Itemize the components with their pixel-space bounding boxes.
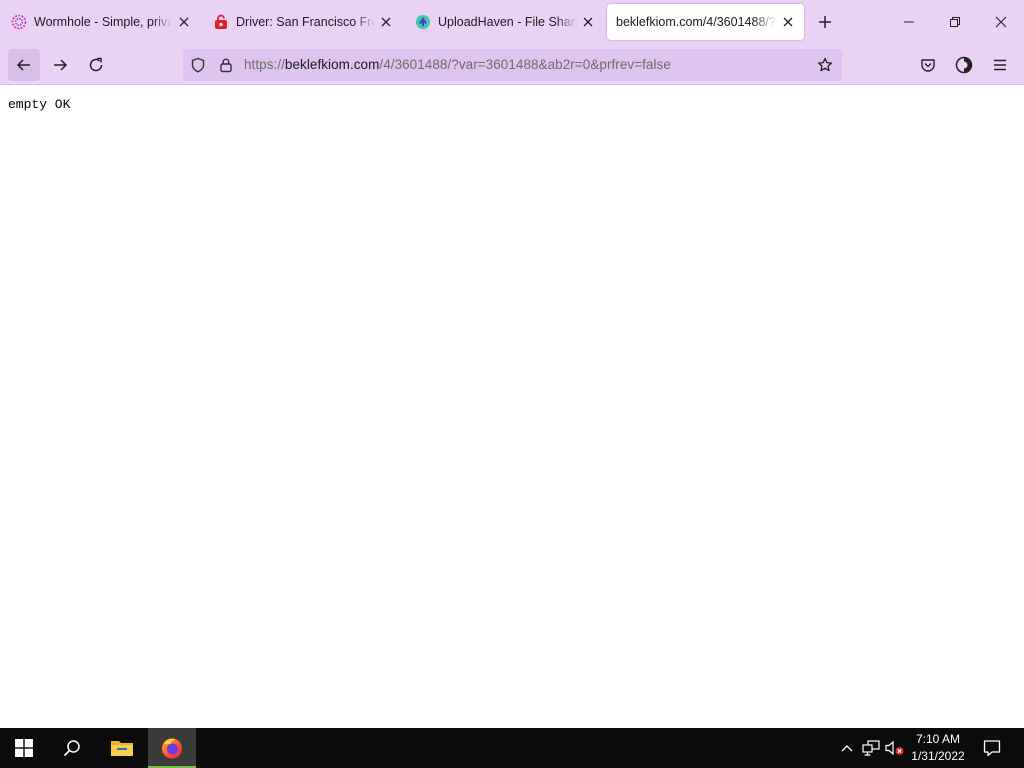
- page-content: empty OK: [0, 85, 1024, 728]
- forward-button[interactable]: [44, 49, 76, 81]
- reload-icon: [89, 57, 103, 72]
- firefox-icon: [162, 738, 182, 759]
- windows-taskbar: 7:10 AM 1/31/2022: [0, 728, 1024, 768]
- close-tab-icon[interactable]: [378, 14, 394, 30]
- arrow-left-icon: [16, 59, 30, 71]
- minimize-icon: [904, 21, 914, 23]
- arrow-right-icon: [54, 59, 68, 71]
- hamburger-menu-icon: [994, 59, 1006, 71]
- tab-title: beklefkiom.com/4/3601488/?va: [616, 15, 777, 29]
- url-scheme: https://: [244, 57, 285, 72]
- tab-title: Driver: San Francisco Free D: [236, 15, 375, 29]
- file-explorer-button[interactable]: [98, 728, 146, 768]
- notifications-icon: [983, 740, 1001, 757]
- tab-driver-san-francisco[interactable]: Driver: San Francisco Free D: [204, 4, 402, 40]
- chevron-up-icon: [841, 745, 853, 752]
- url-path: /4/3601488/?var=3601488&ab2r=0&prfrev=fa…: [379, 57, 671, 72]
- action-center-button[interactable]: [978, 728, 1006, 768]
- driver-game-icon: [213, 14, 229, 30]
- close-window-button[interactable]: [978, 0, 1024, 44]
- lock-icon[interactable]: [218, 57, 234, 73]
- close-tab-icon[interactable]: [176, 14, 192, 30]
- restore-icon: [950, 17, 960, 27]
- wormhole-icon: [11, 14, 27, 30]
- account-button[interactable]: [948, 49, 980, 81]
- url-host: beklefkiom.com: [284, 57, 380, 72]
- reload-button[interactable]: [80, 49, 112, 81]
- minimize-button[interactable]: [886, 0, 932, 44]
- close-icon: [995, 16, 1007, 28]
- firefox-taskbar-button[interactable]: [148, 728, 196, 768]
- taskbar-clock[interactable]: 7:10 AM 1/31/2022: [902, 731, 974, 765]
- tab-beklefkiom-active[interactable]: beklefkiom.com/4/3601488/?va: [607, 4, 804, 40]
- new-tab-button[interactable]: [814, 11, 836, 33]
- tab-wormhole[interactable]: Wormhole - Simple, private: [2, 4, 200, 40]
- tab-uploadhaven[interactable]: UploadHaven - File Sharing: [406, 4, 604, 40]
- pocket-icon: [921, 59, 935, 72]
- windows-logo-icon: [15, 739, 33, 757]
- network-status-button[interactable]: [860, 728, 882, 768]
- page-body-text: empty OK: [8, 97, 71, 112]
- menu-button[interactable]: [984, 49, 1016, 81]
- tab-title: UploadHaven - File Sharing: [438, 15, 577, 29]
- restore-button[interactable]: [932, 0, 978, 44]
- bookmark-star-icon[interactable]: [817, 57, 833, 73]
- account-circle-icon: [955, 56, 973, 74]
- search-icon: [63, 740, 80, 757]
- show-hidden-icons-button[interactable]: [836, 728, 858, 768]
- tab-strip: Wormhole - Simple, private Driver: San F…: [0, 0, 1024, 44]
- close-tab-icon[interactable]: [780, 14, 796, 30]
- url-text[interactable]: https://beklefkiom.com/4/3601488/?var=36…: [244, 57, 671, 72]
- search-button[interactable]: [48, 728, 96, 768]
- pocket-button[interactable]: [912, 49, 944, 81]
- clock-date: 1/31/2022: [911, 749, 965, 763]
- address-bar[interactable]: https://beklefkiom.com/4/3601488/?var=36…: [183, 49, 842, 81]
- uploadhaven-icon: [415, 14, 431, 30]
- back-button[interactable]: [8, 49, 40, 81]
- folder-icon: [111, 741, 133, 756]
- navigation-toolbar: https://beklefkiom.com/4/3601488/?var=36…: [0, 44, 1024, 85]
- close-tab-icon[interactable]: [580, 14, 596, 30]
- network-ethernet-icon: [862, 740, 880, 756]
- tracking-protection-shield-icon[interactable]: [190, 57, 206, 73]
- clock-time: 7:10 AM: [915, 732, 961, 746]
- start-button[interactable]: [0, 728, 48, 768]
- tab-title: Wormhole - Simple, private: [34, 15, 173, 29]
